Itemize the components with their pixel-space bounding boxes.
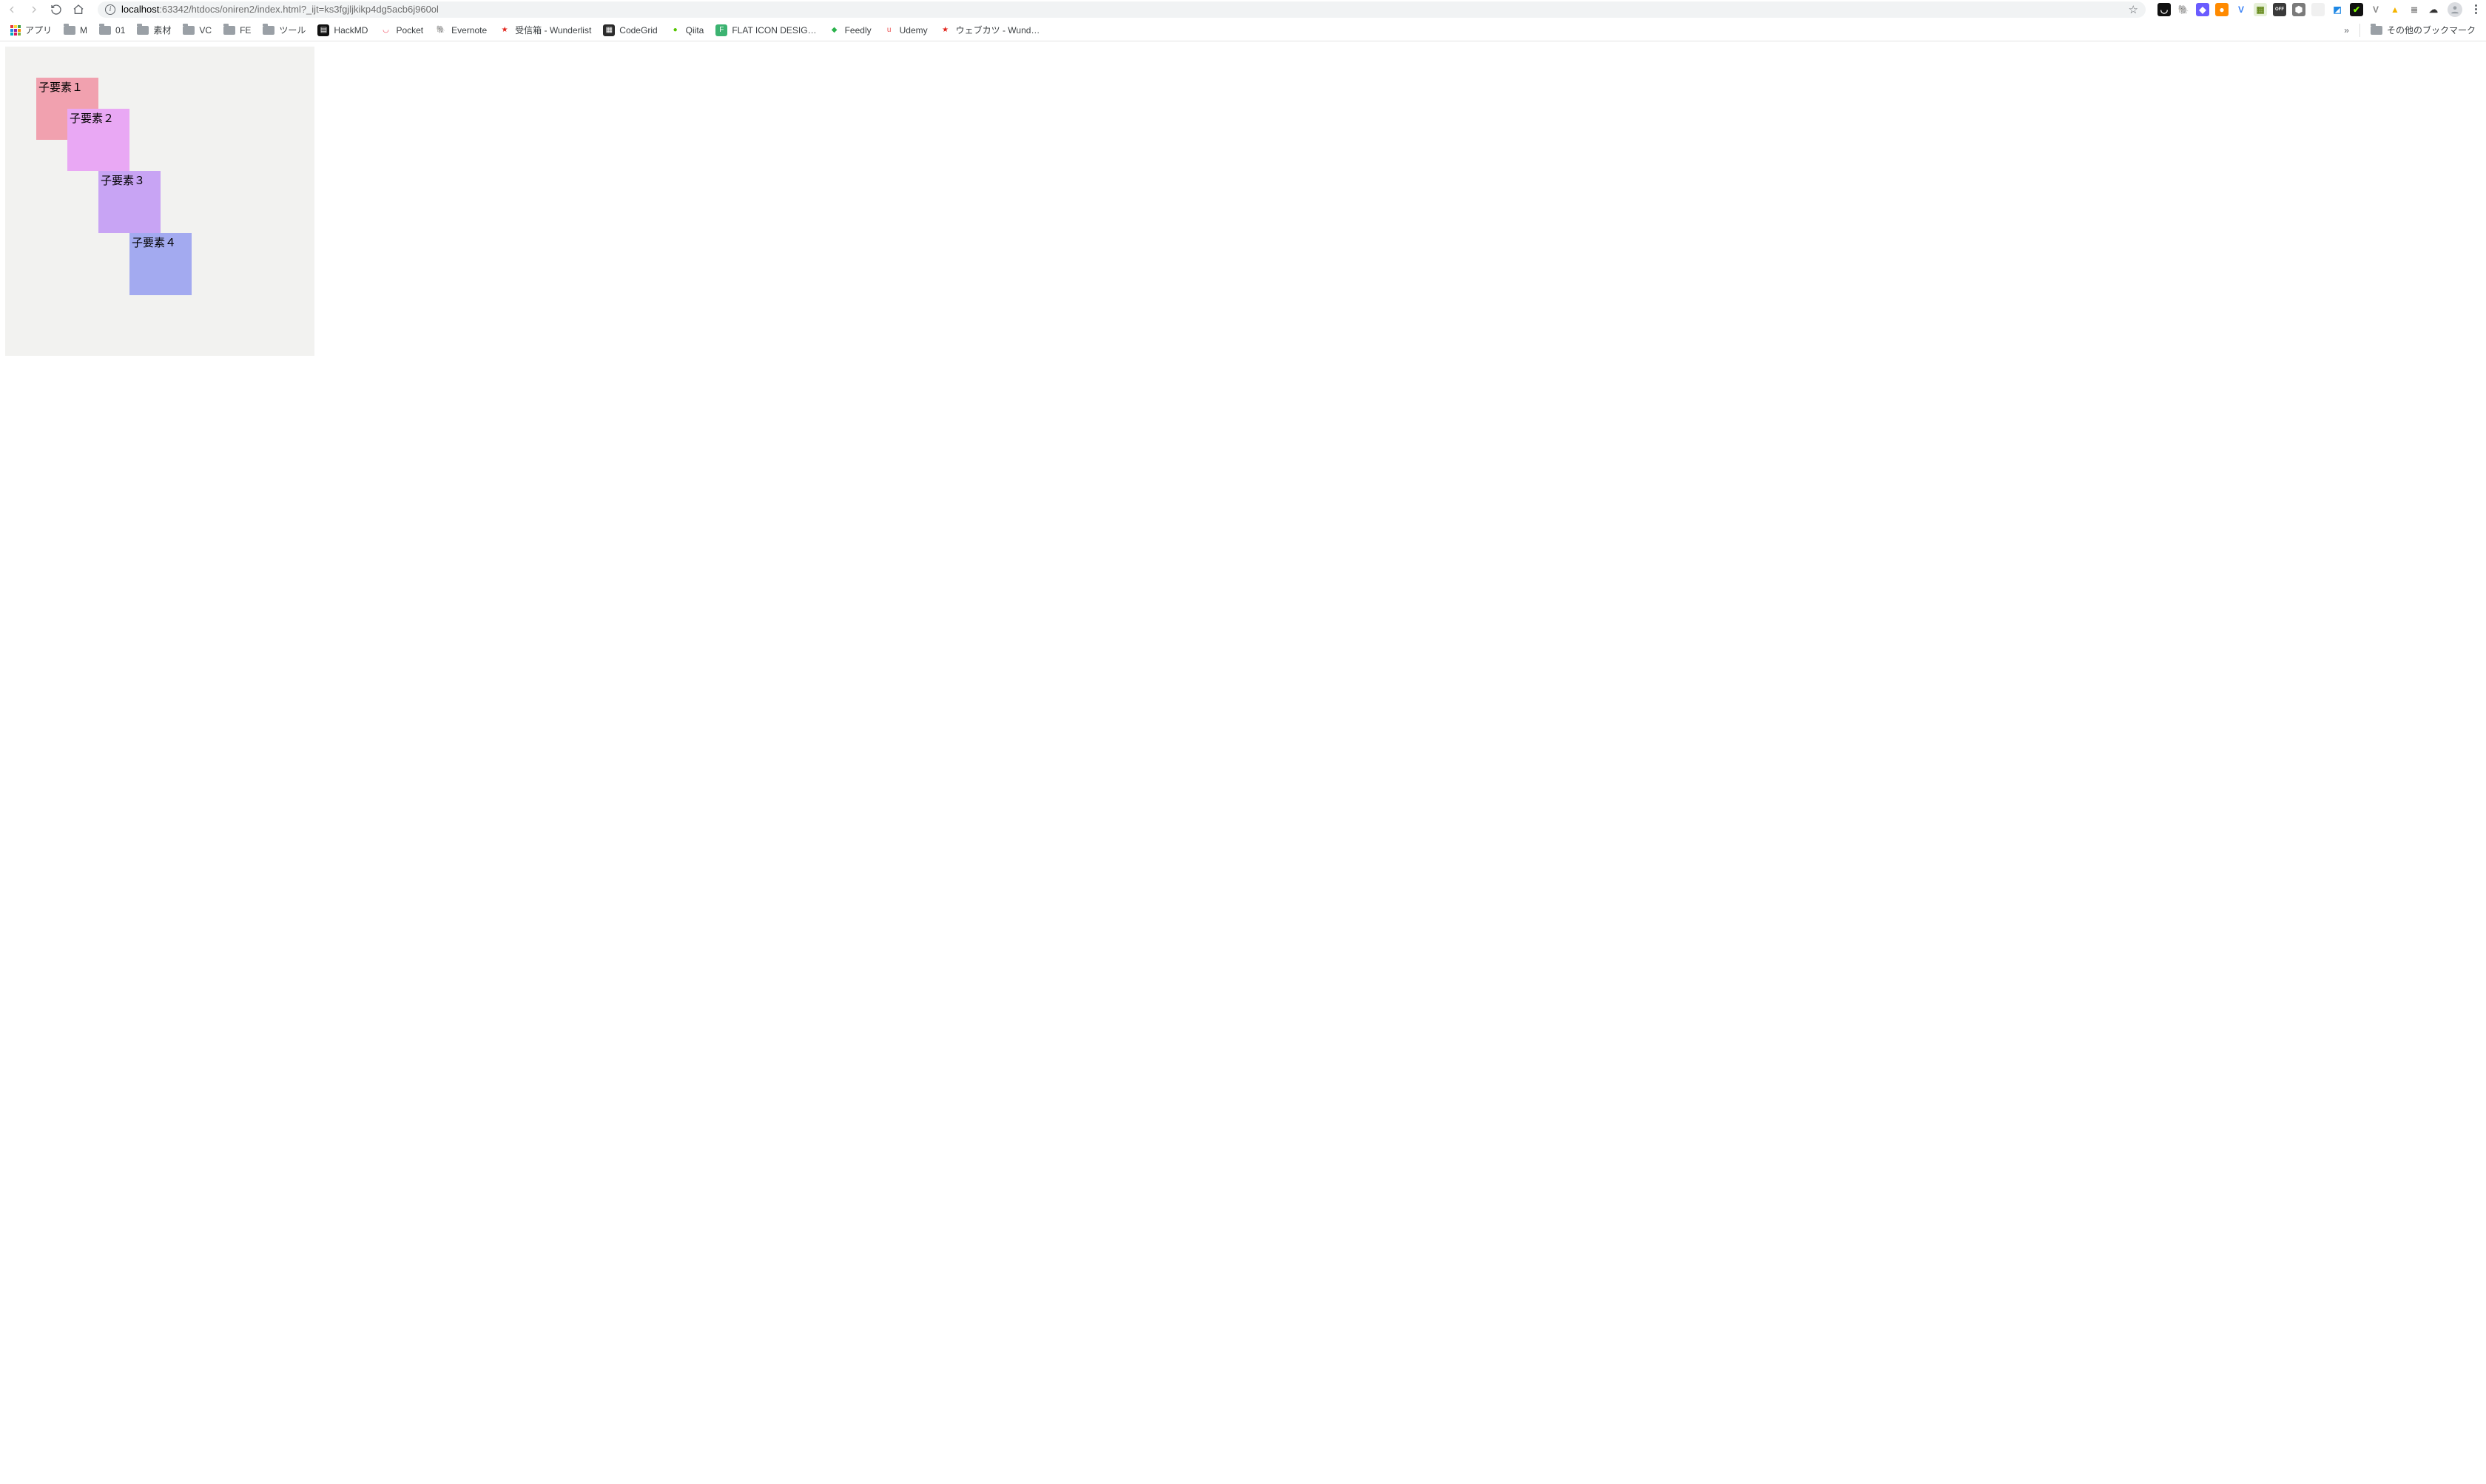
child-label: 子要素３ — [101, 175, 145, 187]
bookmark-label: M — [80, 25, 87, 36]
drive-extension-icon[interactable]: ▲ — [2388, 3, 2402, 16]
bookmark-favicon: ▤ — [317, 24, 329, 36]
bookmark-item[interactable]: ★ 受信箱 - Wunderlist — [494, 22, 596, 38]
browser-toolbar: i localhost:63342/htdocs/oniren2/index.h… — [0, 0, 2486, 19]
pocket-extension-icon[interactable]: ◡ — [2157, 3, 2171, 16]
bookmark-item[interactable]: 素材 — [132, 22, 175, 38]
bookmark-item[interactable]: ◡ Pocket — [375, 23, 428, 38]
parent-container: 子要素１ 子要素２ 子要素３ 子要素４ — [5, 47, 314, 356]
bookmark-favicon: ● — [670, 24, 681, 36]
address-text: localhost:63342/htdocs/oniren2/index.htm… — [121, 4, 439, 15]
bookmark-label: CodeGrid — [619, 25, 657, 36]
bookmark-favicon: ◆ — [829, 24, 841, 36]
bookmark-item[interactable]: u Udemy — [879, 23, 932, 38]
bookmark-item[interactable]: 01 — [95, 24, 129, 37]
bookmark-item[interactable]: ▦ CodeGrid — [599, 23, 661, 38]
bookmark-label: ツール — [279, 24, 306, 36]
bookmark-label: FE — [240, 25, 251, 36]
bookmark-label: HackMD — [334, 25, 368, 36]
bookmark-label: Feedly — [845, 25, 872, 36]
bookmark-overflow[interactable]: » — [2340, 25, 2354, 36]
reload-button[interactable] — [49, 2, 64, 17]
note-extension-icon[interactable]: ◩ — [2331, 3, 2344, 16]
child-box-3: 子要素３ — [98, 171, 161, 233]
bookmark-favicon: ★ — [940, 24, 951, 36]
home-button[interactable] — [71, 2, 86, 17]
other-bookmarks[interactable]: その他のブックマーク — [2366, 22, 2480, 38]
bookbar-separator — [2359, 24, 2360, 37]
back-button[interactable] — [4, 2, 19, 17]
cloud-extension-icon[interactable]: ☁ — [2427, 3, 2440, 16]
address-path: :63342/htdocs/oniren2/index.html?_ijt=ks… — [159, 4, 439, 15]
check-extension-icon[interactable]: ✔ — [2350, 3, 2363, 16]
bookmark-item[interactable]: VC — [178, 24, 216, 37]
bookmark-favicon: ▦ — [603, 24, 615, 36]
folder-icon — [137, 26, 149, 35]
bookmark-label: VC — [199, 25, 212, 36]
child-label: 子要素２ — [70, 112, 114, 125]
bookmark-item[interactable]: ● Qiita — [665, 23, 709, 38]
off-extension-icon[interactable]: OFF — [2273, 3, 2286, 16]
bookmark-item[interactable]: 🐘 Evernote — [431, 23, 491, 38]
child-box-2: 子要素２ — [67, 109, 129, 171]
bookmark-label: Evernote — [451, 25, 487, 36]
bookmark-item[interactable]: F FLAT ICON DESIG… — [711, 23, 821, 38]
fox-extension-icon[interactable]: ● — [2215, 3, 2229, 16]
bookmark-star-icon[interactable]: ☆ — [2129, 3, 2138, 16]
child-box-4: 子要素４ — [129, 233, 192, 295]
site-info-icon[interactable]: i — [105, 4, 115, 15]
bookmark-label: ウェブカツ - Wund… — [956, 24, 1040, 36]
chrome-menu-icon[interactable] — [2470, 4, 2482, 14]
hex-extension-icon[interactable]: ⬢ — [2292, 3, 2305, 16]
calendar-extension-icon[interactable]: ▦ — [2254, 3, 2267, 16]
bookmark-label: 受信箱 - Wunderlist — [515, 24, 591, 36]
bookmark-items: M 01 素材 VC FE ツール ▤ HackMD ◡ Pocket 🐘 Evernote ★ 受信箱 … — [59, 22, 1044, 38]
folder-icon — [99, 26, 111, 35]
bookmark-label: 01 — [115, 25, 125, 36]
cube-extension-icon[interactable]: ◆ — [2196, 3, 2209, 16]
lines-extension-icon[interactable]: ≣ — [2408, 3, 2421, 16]
bookmark-favicon: u — [883, 24, 895, 36]
bookmark-label: Qiita — [686, 25, 704, 36]
extension-row: ◡ 🐘 ◆ ● V ▦ OFF ⬢ ◩ ✔ V ▲ ≣ ☁ — [2157, 3, 2440, 16]
bookmark-label: Udemy — [900, 25, 928, 36]
bookmark-favicon: ★ — [499, 24, 511, 36]
address-host: localhost — [121, 4, 159, 15]
bookmark-item[interactable]: FE — [219, 24, 255, 37]
bookmark-label: FLAT ICON DESIG… — [732, 25, 816, 36]
child-label: 子要素１ — [38, 81, 83, 94]
bookmark-item[interactable]: ツール — [258, 22, 310, 38]
bookmark-item[interactable]: ◆ Feedly — [824, 23, 876, 38]
forward-button[interactable] — [27, 2, 41, 17]
bookmark-label: 素材 — [153, 24, 171, 36]
folder-icon — [183, 26, 195, 35]
child-label: 子要素４ — [132, 237, 176, 249]
bookmark-favicon: ◡ — [380, 24, 391, 36]
v2-extension-icon[interactable]: V — [2369, 3, 2382, 16]
bookmark-item[interactable]: ★ ウェブカツ - Wund… — [935, 22, 1045, 38]
folder-icon — [2371, 26, 2382, 35]
bookmark-item[interactable]: ▤ HackMD — [313, 23, 372, 38]
evernote-extension-icon[interactable]: 🐘 — [2177, 3, 2190, 16]
profile-avatar[interactable] — [2448, 2, 2462, 17]
page-viewport: 子要素１ 子要素２ 子要素３ 子要素４ — [0, 41, 2486, 1484]
bookmark-favicon: F — [715, 24, 727, 36]
bookmark-item[interactable]: M — [59, 24, 92, 37]
apps-shortcut[interactable]: アプリ — [6, 22, 56, 38]
v1-extension-icon[interactable]: V — [2234, 3, 2248, 16]
apps-label: アプリ — [25, 24, 52, 36]
bookmark-label: Pocket — [396, 25, 423, 36]
bookmark-favicon: 🐘 — [435, 24, 447, 36]
folder-icon — [64, 26, 75, 35]
blank-extension-icon[interactable] — [2311, 3, 2325, 16]
apps-icon — [10, 25, 21, 36]
bookmarks-bar: アプリ M 01 素材 VC FE ツール ▤ HackMD ◡ Pocket 🐘 Evernote ★… — [0, 19, 2486, 41]
folder-icon — [223, 26, 235, 35]
other-bookmarks-label: その他のブックマーク — [2387, 24, 2476, 36]
folder-icon — [263, 26, 274, 35]
address-bar[interactable]: i localhost:63342/htdocs/oniren2/index.h… — [98, 1, 2146, 18]
